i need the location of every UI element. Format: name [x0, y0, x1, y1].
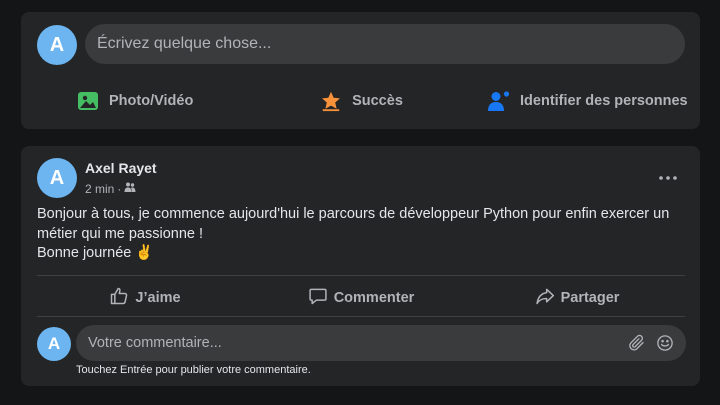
comment-button[interactable]: Commenter	[253, 280, 469, 316]
achievement-button[interactable]: Succès	[247, 84, 473, 118]
like-button[interactable]: J’aime	[37, 280, 253, 316]
star-icon	[318, 88, 344, 114]
smiley-icon[interactable]	[656, 334, 674, 352]
like-icon	[109, 286, 129, 310]
avatar[interactable]: A	[37, 25, 77, 65]
composer-placeholder: Écrivez quelque chose...	[97, 35, 272, 52]
post-actions: J’aime Commenter Partager	[37, 280, 685, 316]
divider	[37, 275, 685, 276]
tag-people-button[interactable]: Identifier des personnes	[474, 84, 700, 118]
post-meta: 2 min ·	[85, 181, 136, 196]
share-icon	[535, 286, 555, 310]
post-time[interactable]: 2 min	[85, 182, 114, 196]
comment-label: Commenter	[333, 290, 415, 306]
achievement-label: Succès	[352, 93, 403, 109]
more-dots-icon	[659, 167, 677, 185]
photo-video-label: Photo/Vidéo	[109, 93, 194, 109]
composer-input[interactable]: Écrivez quelque chose...	[85, 24, 685, 64]
comment-input[interactable]: Votre commentaire...	[76, 325, 686, 361]
meta-separator: ·	[117, 181, 122, 196]
divider	[37, 316, 685, 317]
more-options-button[interactable]	[656, 166, 680, 186]
avatar[interactable]: A	[37, 327, 71, 361]
tag-person-icon	[486, 88, 512, 114]
post-card: A Axel Rayet 2 min · Bonjour à tous, je …	[21, 146, 700, 386]
share-label: Partager	[560, 290, 620, 306]
tag-people-label: Identifier des personnes	[520, 93, 688, 109]
friends-icon[interactable]	[124, 181, 136, 196]
comment-hint: Touchez Entrée pour publier votre commen…	[76, 364, 311, 376]
post-composer: A Écrivez quelque chose... Photo/Vidéo S…	[21, 12, 700, 129]
composer-actions: Photo/Vidéo Succès Identifier des person…	[21, 84, 700, 118]
post-body: Bonjour à tous, je commence aujourd'hui …	[37, 205, 687, 264]
photo-icon	[75, 88, 101, 114]
comment-placeholder: Votre commentaire...	[88, 335, 222, 351]
avatar[interactable]: A	[37, 158, 77, 198]
like-label: J’aime	[135, 290, 181, 306]
paperclip-icon[interactable]	[628, 334, 646, 352]
post-text-line: Bonjour à tous, je commence aujourd'hui …	[37, 206, 670, 242]
share-button[interactable]: Partager	[469, 280, 685, 316]
post-author[interactable]: Axel Rayet	[85, 160, 157, 176]
comment-tools	[628, 325, 674, 361]
post-text-line: Bonne journée ✌️	[37, 245, 154, 261]
comment-icon	[308, 286, 328, 310]
photo-video-button[interactable]: Photo/Vidéo	[21, 84, 247, 118]
